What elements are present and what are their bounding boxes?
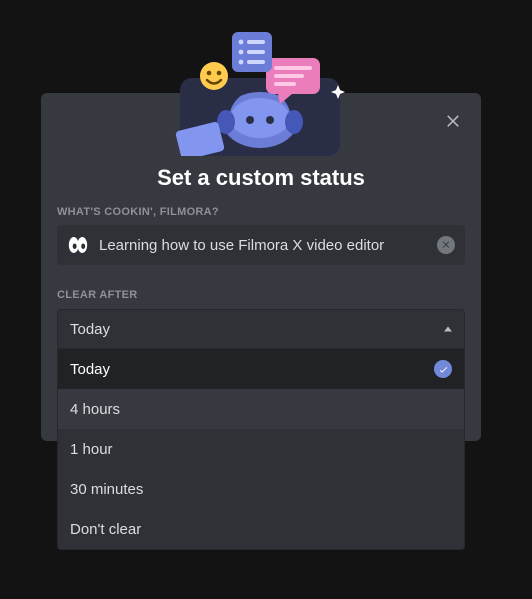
clear-option[interactable]: 4 hours xyxy=(58,389,464,429)
x-icon xyxy=(441,236,451,254)
clear-option[interactable]: 30 minutes xyxy=(58,469,464,509)
clear-status-button[interactable] xyxy=(437,236,455,254)
option-label: Today xyxy=(70,361,110,378)
caret-up-icon xyxy=(444,327,452,332)
check-icon xyxy=(434,360,452,378)
clear-after-label: CLEAR AFTER xyxy=(57,289,138,301)
option-label: 1 hour xyxy=(70,441,113,458)
clear-option[interactable]: Don't clear xyxy=(58,509,464,549)
status-text-input[interactable] xyxy=(99,237,437,254)
clear-option[interactable]: Today xyxy=(58,349,464,389)
option-label: 30 minutes xyxy=(70,481,143,498)
option-label: 4 hours xyxy=(70,401,120,418)
close-button[interactable] xyxy=(441,109,465,133)
status-input-row xyxy=(57,225,465,265)
modal-title: Set a custom status xyxy=(41,165,481,191)
eyes-emoji-icon[interactable] xyxy=(67,234,89,256)
clear-after-dropdown: Today 4 hours 1 hour 30 minutes Don't clear xyxy=(57,349,465,550)
status-question-label: WHAT'S COOKIN', FILMORA? xyxy=(57,206,219,218)
option-label: Don't clear xyxy=(70,521,141,538)
clear-after-select[interactable]: Today xyxy=(57,309,465,349)
clear-option[interactable]: 1 hour xyxy=(58,429,464,469)
clear-after-selected-value: Today xyxy=(70,321,110,338)
close-icon xyxy=(444,111,462,132)
